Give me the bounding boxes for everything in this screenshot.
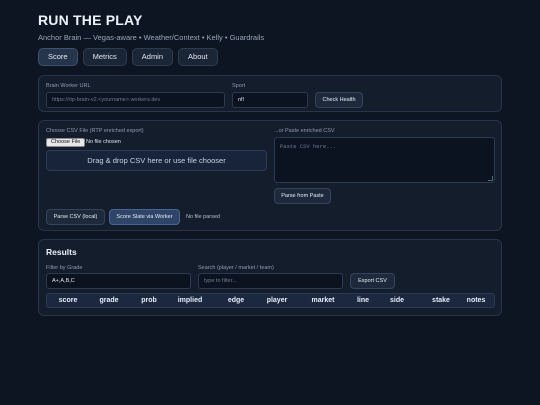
results-table-header: score grade prob implied edge player mar… [46,293,495,308]
choose-file-button[interactable]: Choose File [46,138,86,147]
export-csv-button[interactable]: Export CSV [350,273,395,289]
check-health-button[interactable]: Check Health [315,92,363,108]
config-card: Brain Worker URL https://rtp-brain-v2.<y… [38,75,502,112]
app-subtitle: Anchor Brain — Vegas-aware • Weather/Con… [38,33,265,42]
paste-csv-label: ...or Paste enriched CSV [274,128,335,134]
sport-input[interactable]: nfl [232,92,308,108]
search-input[interactable]: type to filter... [198,273,343,289]
column-header-stake[interactable]: stake [432,294,450,307]
search-label: Search (player / market / team) [198,265,274,271]
csv-dropzone[interactable]: Drag & drop CSV here or use file chooser [46,150,267,171]
parse-status: No file parsed [186,214,220,220]
tab-about[interactable]: About [178,48,218,66]
paste-csv-placeholder: Paste CSV here... [280,143,337,150]
score-slate-button[interactable]: Score Slate via Worker [109,209,180,225]
resize-grip-icon[interactable] [488,176,493,181]
sport-label: Sport [232,83,246,89]
app-title: RUN THE PLAY [38,12,143,28]
parse-paste-button[interactable]: Parse from Paste [274,188,331,204]
worker-url-input[interactable]: https://rtp-brain-v2.<yourname>.workers.… [46,92,225,108]
filter-grade-input[interactable]: A+,A,B,C [46,273,191,289]
filter-grade-label: Filter by Grade [46,265,83,271]
results-card: Results Filter by Grade A+,A,B,C Search … [38,239,502,316]
column-header-edge[interactable]: edge [228,294,244,307]
tab-bar: Score Metrics Admin About [38,48,218,66]
column-header-side[interactable]: side [390,294,404,307]
column-header-line[interactable]: line [357,294,369,307]
column-header-player[interactable]: player [267,294,288,307]
worker-url-label: Brain Worker URL [46,83,91,89]
paste-csv-textarea[interactable]: Paste CSV here... [274,137,495,183]
csv-card: Choose CSV File (RTP enriched export) Ch… [38,120,502,231]
column-header-score[interactable]: score [59,294,78,307]
column-header-grade[interactable]: grade [99,294,118,307]
results-title: Results [46,247,77,257]
tab-admin[interactable]: Admin [131,48,174,66]
column-header-implied[interactable]: implied [178,294,203,307]
column-header-prob[interactable]: prob [141,294,157,307]
file-status: No file chosen [86,139,121,145]
column-header-notes[interactable]: notes [467,294,486,307]
tab-metrics[interactable]: Metrics [82,48,127,66]
column-header-market[interactable]: market [312,294,335,307]
tab-score[interactable]: Score [38,48,78,66]
parse-local-button[interactable]: Parse CSV (local) [46,209,105,225]
choose-csv-label: Choose CSV File (RTP enriched export) [46,128,144,134]
